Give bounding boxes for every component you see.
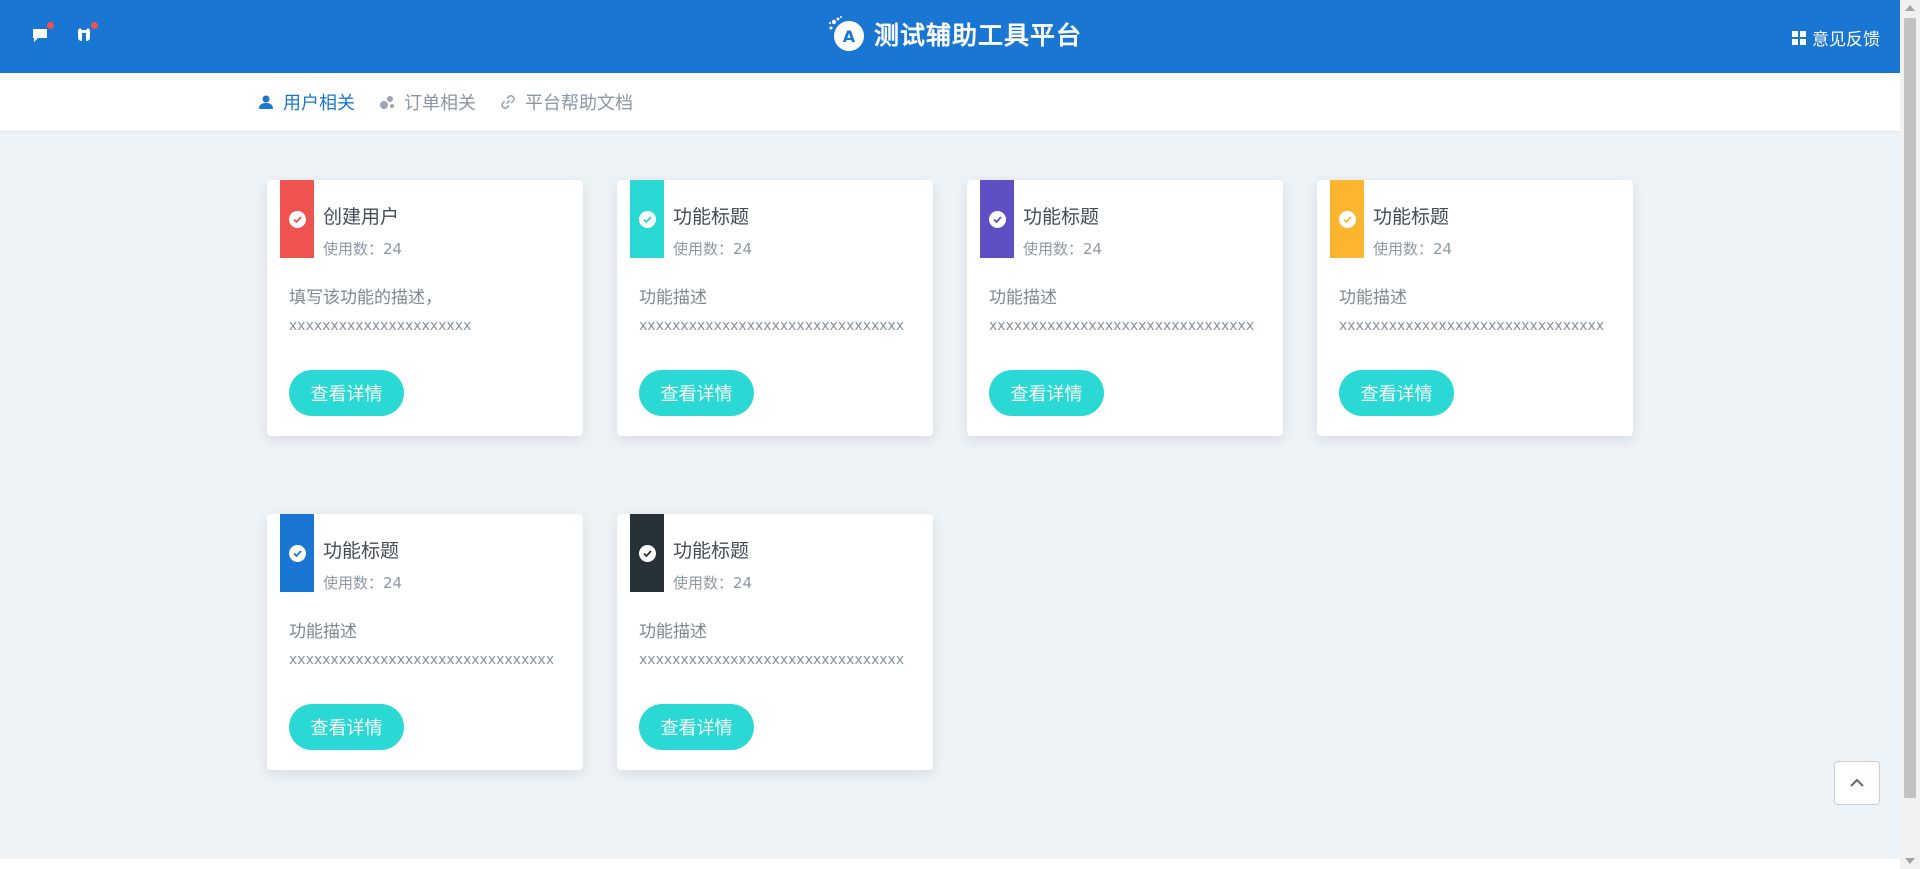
card-description-line1: 功能描述 — [289, 622, 357, 642]
card-description: 功能描述 xxxxxxxxxxxxxxxxxxxxxxxxxxxxxxxx — [639, 284, 919, 340]
brand-title: 测试辅助工具平台 — [874, 21, 1083, 50]
feedback-link[interactable]: 意见反馈 — [1792, 25, 1880, 50]
card-description-line1: 功能描述 — [989, 288, 1057, 308]
card-description-line2: xxxxxxxxxxxxxxxxxxxxxxxxxxxxxxxx — [639, 652, 905, 668]
card-color-stripe — [280, 514, 314, 592]
github-badge-dot — [91, 22, 98, 29]
card-description: 填写该功能的描述， xxxxxxxxxxxxxxxxxxxxxx — [289, 284, 569, 340]
tab-user-label: 用户相关 — [283, 93, 355, 114]
card-usage-count: 使用数：24 — [673, 574, 753, 592]
sub-navigation: 用户相关 订单相关 平台帮助文档 — [0, 73, 1900, 131]
card-description-line1: 功能描述 — [639, 288, 707, 308]
message-button[interactable] — [30, 22, 54, 47]
check-circle-icon — [288, 544, 306, 562]
card-usage-count: 使用数：24 — [1023, 240, 1103, 258]
check-circle-icon — [638, 544, 656, 562]
header-left-icons — [30, 22, 98, 47]
check-circle-icon — [1338, 210, 1356, 228]
scroll-up-arrow-icon[interactable] — [1905, 5, 1915, 11]
scrollbar-thumb[interactable] — [1904, 18, 1916, 798]
check-circle-icon — [638, 210, 656, 228]
page-scrollbar[interactable] — [1900, 0, 1920, 869]
github-button[interactable] — [74, 22, 98, 47]
card-title: 功能标题 — [1373, 206, 1450, 228]
card-description: 功能描述 xxxxxxxxxxxxxxxxxxxxxxxxxxxxxxxx — [639, 618, 919, 674]
feedback-label: 意见反馈 — [1812, 30, 1880, 50]
check-circle-icon — [988, 210, 1006, 228]
category-tabs: 用户相关 订单相关 平台帮助文档 — [258, 73, 633, 131]
tab-user[interactable]: 用户相关 — [258, 89, 355, 115]
scroll-down-arrow-icon[interactable] — [1905, 858, 1915, 864]
card-usage-count: 使用数：24 — [323, 240, 403, 258]
link-icon — [501, 94, 515, 110]
view-details-button[interactable]: 查看详情 — [289, 370, 404, 416]
card-title: 创建用户 — [323, 206, 400, 228]
order-icon — [380, 96, 394, 109]
view-details-button[interactable]: 查看详情 — [639, 370, 754, 416]
back-to-top-button[interactable] — [1834, 761, 1880, 805]
svg-text:A: A — [843, 27, 856, 46]
card-description-line1: 填写该功能的描述， — [289, 288, 442, 308]
card-description-line1: 功能描述 — [1339, 288, 1407, 308]
feature-card: 创建用户 使用数：24 填写该功能的描述， xxxxxxxxxxxxxxxxxx… — [267, 180, 583, 436]
card-title: 功能标题 — [323, 540, 400, 562]
feature-cards-grid: 创建用户 使用数：24 填写该功能的描述， xxxxxxxxxxxxxxxxxx… — [267, 180, 1667, 770]
feature-card: 功能标题 使用数：24 功能描述 xxxxxxxxxxxxxxxxxxxxxxx… — [617, 180, 933, 436]
tab-help-docs[interactable]: 平台帮助文档 — [500, 89, 633, 115]
grid-icon — [1792, 30, 1806, 45]
card-title: 功能标题 — [673, 540, 750, 562]
view-details-button[interactable]: 查看详情 — [1339, 370, 1454, 416]
view-details-button[interactable]: 查看详情 — [639, 704, 754, 750]
feature-card: 功能标题 使用数：24 功能描述 xxxxxxxxxxxxxxxxxxxxxxx… — [617, 514, 933, 770]
card-color-stripe — [280, 180, 314, 258]
card-title: 功能标题 — [1023, 206, 1100, 228]
view-details-button[interactable]: 查看详情 — [289, 704, 404, 750]
card-description: 功能描述 xxxxxxxxxxxxxxxxxxxxxxxxxxxxxxxx — [989, 284, 1269, 340]
github-icon — [78, 28, 90, 41]
message-badge-dot — [47, 22, 54, 29]
card-usage-count: 使用数：24 — [1373, 240, 1453, 258]
chevron-up-icon — [1850, 778, 1864, 787]
card-description: 功能描述 xxxxxxxxxxxxxxxxxxxxxxxxxxxxxxxx — [1339, 284, 1619, 340]
card-color-stripe — [630, 180, 664, 258]
tab-help-docs-label: 平台帮助文档 — [525, 93, 633, 114]
card-description-line2: xxxxxxxxxxxxxxxxxxxxxxxxxxxxxxxx — [289, 652, 555, 668]
card-color-stripe — [1330, 180, 1364, 258]
card-description-line2: xxxxxxxxxxxxxxxxxxxxxxxxxxxxxxxx — [989, 318, 1255, 334]
view-details-button[interactable]: 查看详情 — [989, 370, 1104, 416]
top-header: A 测试辅助工具平台 意见反馈 — [0, 0, 1900, 73]
feature-card: 功能标题 使用数：24 功能描述 xxxxxxxxxxxxxxxxxxxxxxx… — [267, 514, 583, 770]
card-description: 功能描述 xxxxxxxxxxxxxxxxxxxxxxxxxxxxxxxx — [289, 618, 569, 674]
card-description-line1: 功能描述 — [639, 622, 707, 642]
tab-order-label: 订单相关 — [404, 93, 476, 114]
check-circle-icon — [288, 210, 306, 228]
message-icon — [33, 29, 47, 42]
brand[interactable]: A 测试辅助工具平台 — [826, 14, 1082, 54]
card-title: 功能标题 — [673, 206, 750, 228]
feature-card: 功能标题 使用数：24 功能描述 xxxxxxxxxxxxxxxxxxxxxxx… — [967, 180, 1283, 436]
card-usage-count: 使用数：24 — [323, 574, 403, 592]
brand-logo-icon: A — [826, 14, 866, 54]
tab-order[interactable]: 订单相关 — [379, 89, 476, 115]
feature-card: 功能标题 使用数：24 功能描述 xxxxxxxxxxxxxxxxxxxxxxx… — [1317, 180, 1633, 436]
user-icon — [259, 95, 273, 109]
card-description-line2: xxxxxxxxxxxxxxxxxxxxxxxxxxxxxxxx — [1339, 318, 1605, 334]
card-description-line2: xxxxxxxxxxxxxxxxxxxxxx — [289, 318, 472, 334]
footer-strip — [0, 859, 1900, 869]
card-description-line2: xxxxxxxxxxxxxxxxxxxxxxxxxxxxxxxx — [639, 318, 905, 334]
card-usage-count: 使用数：24 — [673, 240, 753, 258]
card-color-stripe — [980, 180, 1014, 258]
card-color-stripe — [630, 514, 664, 592]
